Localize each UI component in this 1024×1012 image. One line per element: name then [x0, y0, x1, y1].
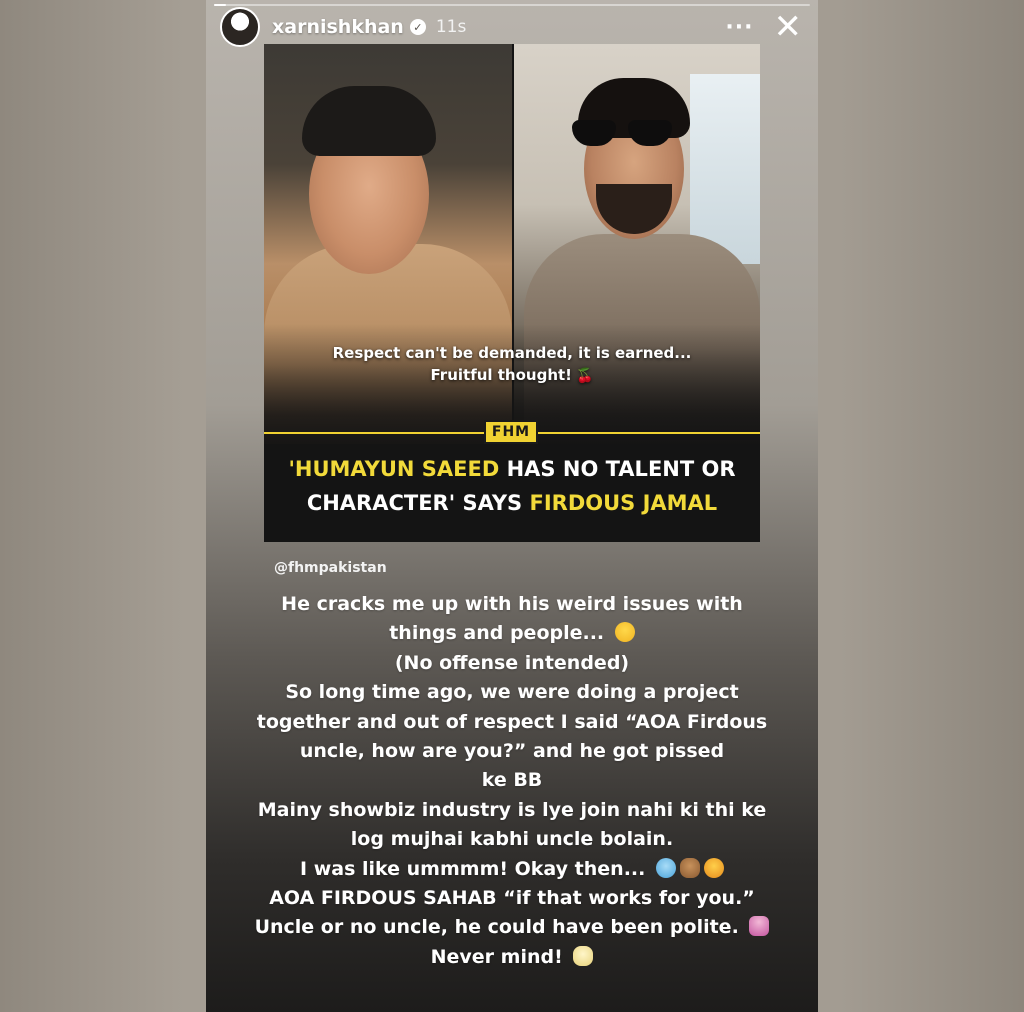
story-timestamp: 11s — [435, 17, 467, 37]
caption-line: ke BB — [481, 769, 543, 792]
verified-badge-icon: ✓ — [409, 19, 426, 35]
avatar[interactable] — [220, 7, 260, 47]
headline-text-2: CHARACTER' SAYS — [306, 491, 530, 515]
instagram-story[interactable]: xarnishkhan ✓ 11s ··· ✕ Respect can't be… — [206, 0, 818, 1012]
headline-highlight-2: FIRDOUS JAMAL — [529, 491, 718, 515]
fhm-logo: FHM — [484, 420, 538, 444]
story-text-overlay: Respect can't be demanded, it is earned.… — [264, 342, 760, 387]
headline-highlight-1: 'HUMAYUN SAEED — [288, 457, 500, 481]
caption-line: So long time ago, we were doing a projec… — [285, 681, 739, 704]
caption-line: Never mind! — [430, 945, 563, 968]
caption-line: I was like ummmm! Okay then... — [300, 857, 646, 880]
caption-line: Mainy showbiz industry is lye join nahi … — [257, 798, 767, 821]
caption-line: uncle, how are you?” and he got pissed — [299, 740, 725, 763]
sunglasses — [572, 120, 672, 146]
close-icon[interactable]: ✕ — [774, 10, 803, 44]
username[interactable]: xarnishkhan — [272, 16, 404, 38]
caption-line: AOA FIRDOUS SAHAB “if that works for you… — [269, 887, 755, 910]
headline-text-1: HAS NO TALENT OR — [499, 457, 736, 481]
quote-line-1: Respect can't be demanded, it is earned.… — [332, 344, 692, 362]
dotted-face-emoji-icon — [573, 945, 594, 966]
caption-line: He cracks me up with his weird issues wi… — [281, 593, 743, 615]
laughing-emoji-icon — [614, 622, 635, 643]
exploding-head-emoji-icon — [703, 857, 724, 878]
caption-line: log mujhai kabhi uncle bolain. — [350, 828, 674, 851]
shared-post[interactable]: Respect can't be demanded, it is earned.… — [264, 44, 760, 542]
story-header: xarnishkhan ✓ 11s ··· ✕ — [220, 6, 808, 48]
cold-face-emoji-icon — [655, 857, 676, 878]
caption-line: Uncle or no uncle, he could have been po… — [254, 916, 739, 939]
caption-line: things and people... — [389, 622, 605, 645]
monkey-emoji-icon — [679, 857, 700, 878]
story-caption: He cracks me up with his weird issues wi… — [222, 590, 802, 972]
caption-line: (No offense intended) — [394, 651, 630, 674]
more-options-icon[interactable]: ··· — [725, 15, 753, 40]
cherry-emoji-icon: 🍒 — [576, 368, 594, 384]
post-headline: 'HUMAYUN SAEED HAS NO TALENT OR CHARACTE… — [264, 452, 760, 520]
shrug-emoji-icon — [749, 916, 770, 937]
caption-line: together and out of respect I said “AOA … — [256, 710, 768, 733]
mention-tag[interactable]: @fhmpakistan — [274, 560, 387, 576]
quote-line-2: Fruitful thought! — [430, 366, 573, 384]
